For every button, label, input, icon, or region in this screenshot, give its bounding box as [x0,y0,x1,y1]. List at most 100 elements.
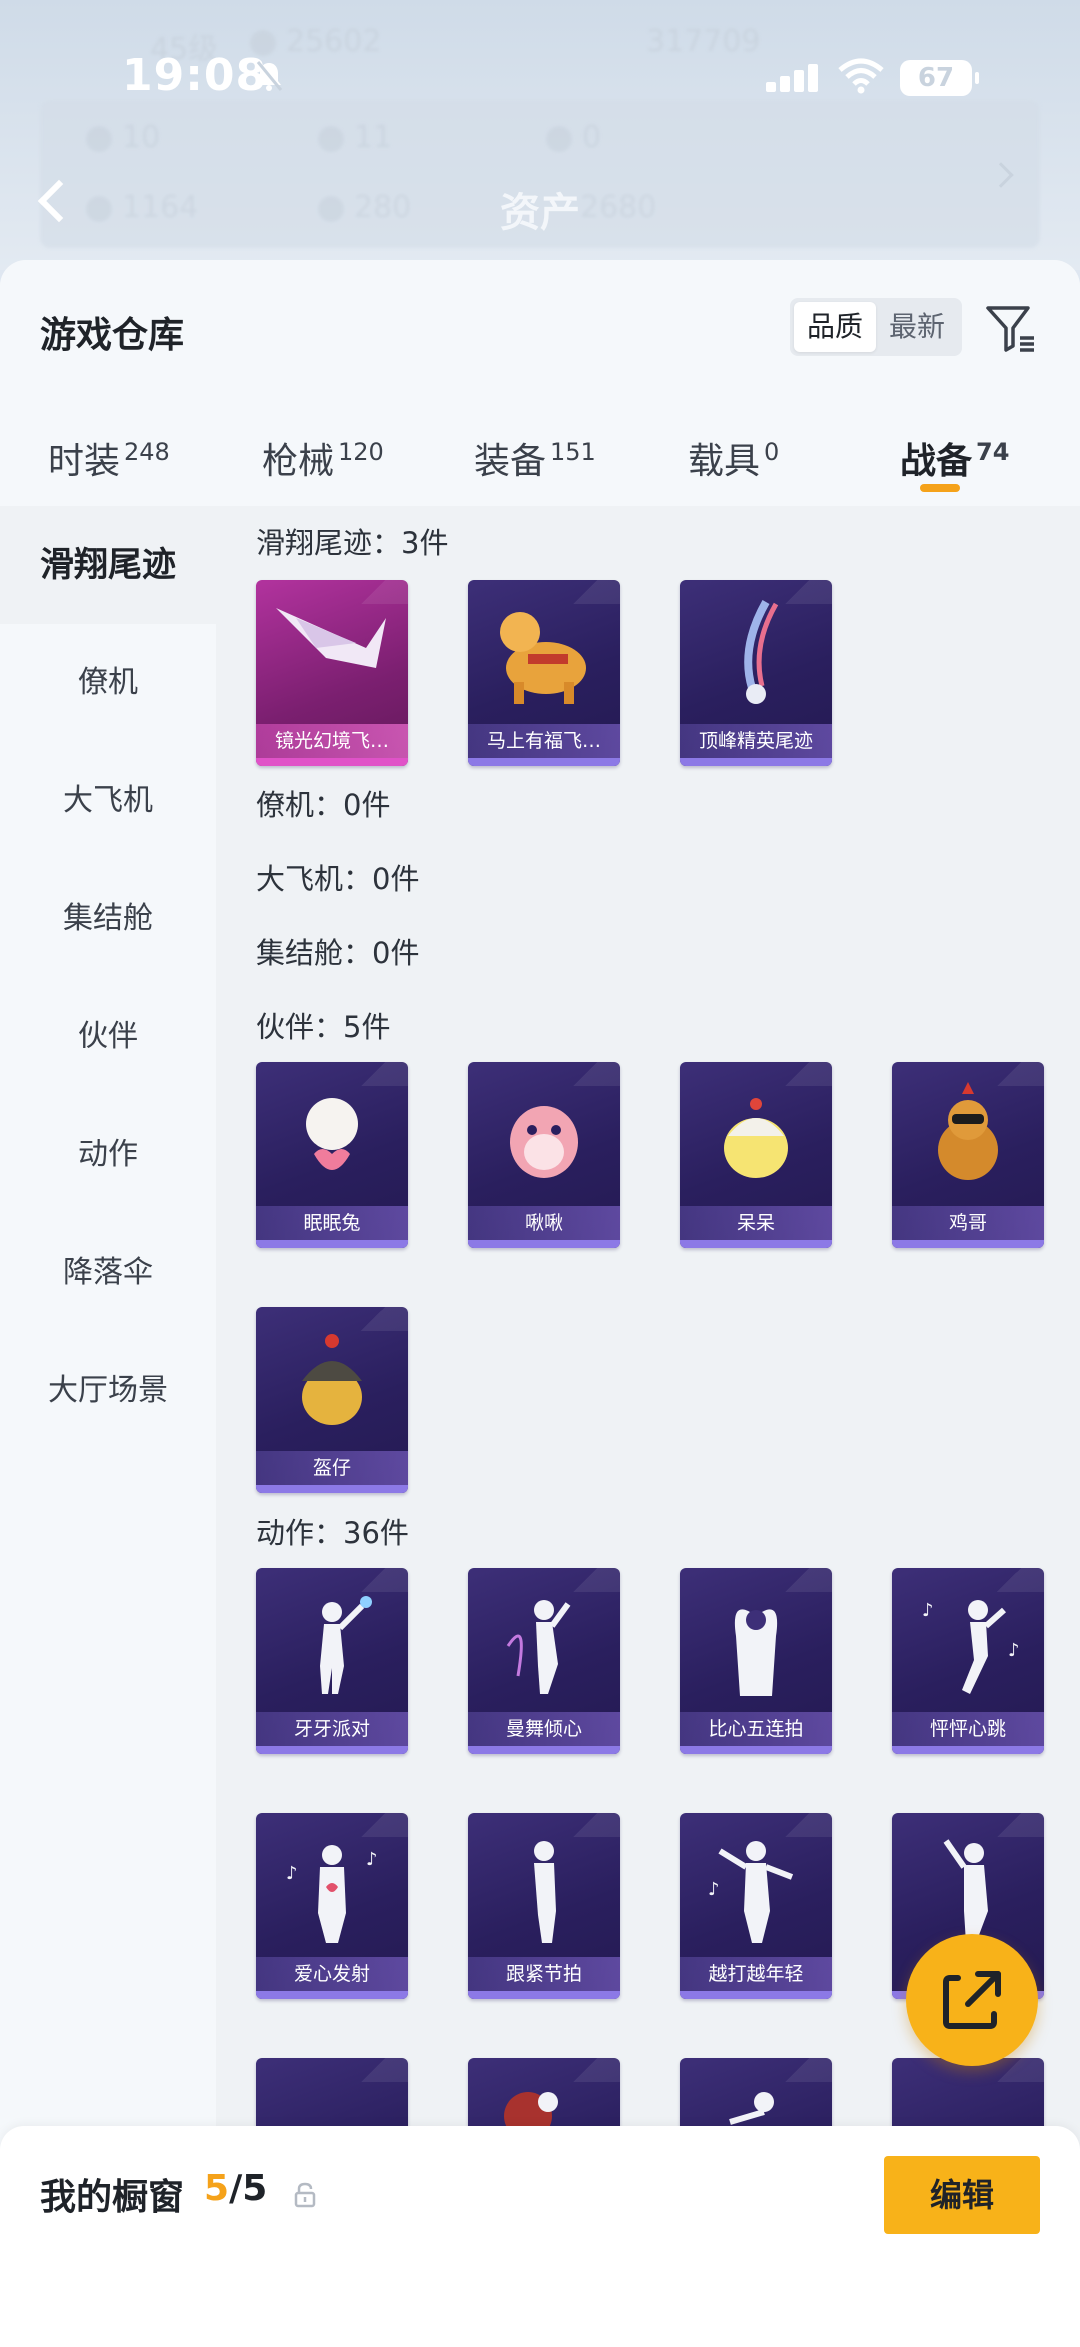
item-card-name: 怦怦心跳 [892,1712,1044,1746]
bg-stat-f: 2680 [580,190,657,225]
item-card[interactable]: 鸡哥 [892,1062,1044,1248]
sidebar-item-emote[interactable]: 动作 [0,1096,216,1214]
item-card[interactable]: ♪ 越打越年轻 [680,1813,832,1999]
section-label-rally-pod: 集结舱：0件 [256,936,420,970]
item-card[interactable]: 马上有福飞… [468,580,620,766]
active-tab-indicator [920,484,960,492]
section-label-big-plane: 大飞机：0件 [256,862,420,896]
item-card-name: 跟紧节拍 [468,1957,620,1991]
bg-stat-b: 11 [318,120,392,155]
page-title: 游戏仓库 [40,315,185,356]
category-tabs: 时装 248 枪械 120 装备 151 载具 0 战备 74 [0,410,1080,494]
trail-icon [744,600,779,704]
sidebar-item-companion[interactable]: 伙伴 [0,978,216,1096]
heart-hands-icon [734,1609,778,1696]
dance-pose-icon [534,1841,556,1943]
item-card[interactable]: ♪ ♪ 怦怦心跳 [892,1568,1044,1754]
item-card-name: 啾啾 [468,1206,620,1240]
bell-off-icon [256,61,283,91]
tab-vehicles[interactable]: 载具 0 [688,432,779,484]
dance-pose-icon: ♪ ♪ [922,1600,1020,1694]
item-card[interactable]: 呆呆 [680,1062,832,1248]
sidebar-item-rally-pod[interactable]: 集结舱 [0,860,216,978]
item-card-name: 比心五连拍 [680,1712,832,1746]
toy-horse-icon [500,612,586,704]
dance-pose-icon [320,1596,372,1694]
wing-trail-icon [276,608,386,668]
item-card-name: 曼舞倾心 [468,1712,620,1746]
lock-icon [294,2182,316,2208]
svg-text:♪: ♪ [286,1863,298,1884]
svg-text:♪: ♪ [1008,1640,1020,1661]
showcase-bar: 我的橱窗 5/5 编辑 [0,2126,1080,2347]
sort-toggle: 品质 最新 [790,298,962,356]
showcase-title: 我的橱窗 [40,2177,185,2218]
sidebar-item-glide-trail[interactable]: 滑翔尾迹 [0,506,216,624]
section-label-glide-trail: 滑翔尾迹：3件 [256,526,449,560]
item-card-name: 越打越年轻 [680,1957,832,1991]
bg-stat-a: 10 [86,120,160,155]
tab-weapons[interactable]: 枪械 120 [262,432,384,484]
svg-text:♪: ♪ [922,1600,934,1621]
helmet-bird-icon [302,1334,362,1425]
share-external-icon [943,1971,1001,2029]
bg-stat-coins: 25602 [250,24,381,59]
item-card-name: 爱心发射 [256,1957,408,1991]
item-card[interactable]: 比心五连拍 [680,1568,832,1754]
bg-stat-e: 280 [318,190,411,225]
dance-pose-icon: ♪ [708,1841,794,1943]
sort-newest-button[interactable]: 最新 [876,302,958,352]
section-label-companion: 伙伴：5件 [256,1010,391,1044]
bg-stat-power: 317709 [646,24,761,59]
item-card[interactable]: 盔仔 [256,1307,408,1493]
item-card[interactable]: 镜光幻境飞… [256,580,408,766]
pink-bird-icon [510,1106,578,1178]
showcase-count: 5/5 [204,2168,268,2209]
bunny-icon [306,1098,358,1170]
item-card-name: 牙牙派对 [256,1712,408,1746]
sidebar-item-big-plane[interactable]: 大飞机 [0,742,216,860]
signal-icon [766,62,818,92]
item-card-name: 鸡哥 [892,1206,1044,1240]
heart-pose-icon: ♪ ♪ [286,1845,378,1943]
filter-icon[interactable] [982,300,1038,356]
item-card-name: 镜光幻境飞… [256,724,408,758]
chick-icon [724,1098,788,1178]
svg-text:♪: ♪ [366,1849,378,1870]
wifi-icon [838,58,884,94]
sidebar-item-parachute[interactable]: 降落伞 [0,1214,216,1332]
background-title: 资产 [500,190,580,236]
tab-battle-gear[interactable]: 战备 74 [900,432,1009,484]
sidebar: 滑翔尾迹 僚机 大飞机 集结舱 伙伴 动作 降落伞 大厅场景 [0,506,216,2347]
edit-button[interactable]: 编辑 [884,2156,1040,2234]
share-button[interactable] [906,1934,1038,2066]
background-header: 45级 25602 317709 10 11 0 1164 280 2680 资… [0,0,1080,270]
tab-fashion[interactable]: 时装 248 [48,432,170,484]
rooster-icon [938,1082,998,1180]
item-card-name: 眠眠兔 [256,1206,408,1240]
item-card[interactable]: 牙牙派对 [256,1568,408,1754]
item-card-name: 呆呆 [680,1206,832,1240]
item-card[interactable]: 眠眠兔 [256,1062,408,1248]
item-card[interactable]: 顶峰精英尾迹 [680,580,832,766]
item-card[interactable]: 曼舞倾心 [468,1568,620,1754]
status-time: 19:08 [122,50,268,101]
sidebar-item-wingman[interactable]: 僚机 [0,624,216,742]
battery-indicator: 67 [900,60,979,96]
bg-stat-d: 1164 [86,190,198,225]
item-card-name: 盔仔 [256,1451,408,1485]
sort-quality-button[interactable]: 品质 [794,302,876,352]
item-card[interactable]: 啾啾 [468,1062,620,1248]
sidebar-item-lobby-scene[interactable]: 大厅场景 [0,1332,216,1450]
dance-pose-icon [506,1600,571,1694]
item-card-name: 顶峰精英尾迹 [680,724,832,758]
warehouse-sheet: 游戏仓库 品质 最新 时装 248 枪械 120 装备 151 载具 0 战备 74 滑翔… [0,260,1080,2347]
bg-stat-c: 0 [546,120,601,155]
section-label-emote: 动作：36件 [256,1516,409,1550]
item-card[interactable]: ♪ ♪ 爱心发射 [256,1813,408,1999]
tab-equipment[interactable]: 装备 151 [474,432,596,484]
svg-text:♪: ♪ [708,1879,720,1900]
section-label-wingman: 僚机：0件 [256,788,391,822]
item-card[interactable]: 跟紧节拍 [468,1813,620,1999]
item-card-name: 马上有福飞… [468,724,620,758]
